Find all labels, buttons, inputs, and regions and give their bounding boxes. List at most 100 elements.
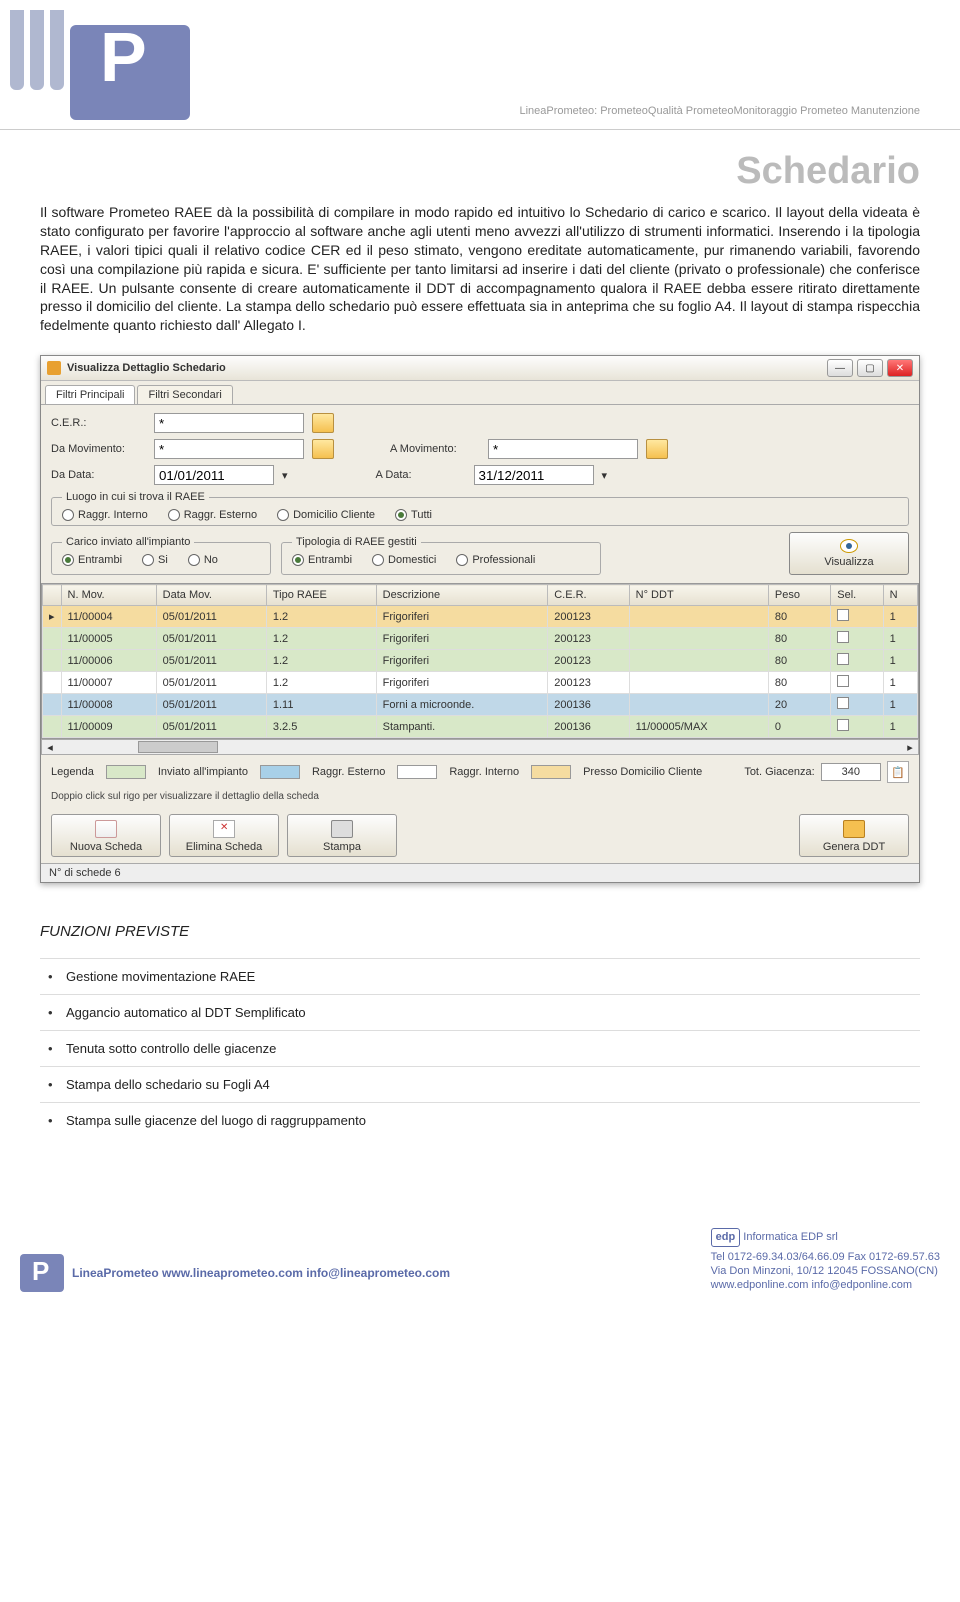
cell (43, 650, 62, 672)
cell: Frigoriferi (376, 628, 548, 650)
checkbox[interactable] (837, 697, 849, 709)
cell (831, 650, 883, 672)
nuova-scheda-button[interactable]: Nuova Scheda (51, 814, 161, 857)
column-header[interactable]: Descrizione (376, 585, 548, 606)
horizontal-scrollbar[interactable]: ◂ ▸ (41, 739, 919, 755)
da-data-label: Da Data: (51, 469, 146, 481)
cell: 1.11 (266, 694, 376, 716)
a-data-label: A Data: (376, 469, 466, 481)
cell: 200123 (548, 672, 629, 694)
table-row[interactable]: 11/0000505/01/20111.2Frigoriferi20012380… (43, 628, 918, 650)
checkbox[interactable] (837, 675, 849, 687)
cer-lookup-icon[interactable] (312, 413, 334, 433)
radio-icon (456, 554, 468, 566)
radio-option[interactable]: Raggr. Esterno (168, 509, 257, 521)
app-icon (47, 361, 61, 375)
legend-row: Legenda Inviato all'impianto Raggr. Este… (41, 755, 919, 789)
radio-option[interactable]: Tutti (395, 509, 432, 521)
column-header[interactable] (43, 585, 62, 606)
column-header[interactable]: N° DDT (629, 585, 768, 606)
table-row[interactable]: ▸11/0000405/01/20111.2Frigoriferi2001238… (43, 606, 918, 628)
close-button[interactable]: ✕ (887, 359, 913, 377)
cell: Forni a microonde. (376, 694, 548, 716)
eye-icon (840, 539, 858, 553)
radio-option[interactable]: Professionali (456, 554, 535, 566)
swatch-green (106, 765, 146, 779)
visualizza-button[interactable]: Visualizza (789, 532, 909, 575)
column-header[interactable]: Sel. (831, 585, 883, 606)
cell: 3.2.5 (266, 716, 376, 738)
cell: 1 (883, 672, 917, 694)
column-header[interactable]: Data Mov. (156, 585, 266, 606)
da-data-input[interactable] (154, 465, 274, 485)
radio-option[interactable]: Entrambi (62, 554, 122, 566)
elimina-scheda-button[interactable]: Elimina Scheda (169, 814, 279, 857)
cell: 0 (768, 716, 830, 738)
table-row[interactable]: 11/0000905/01/20113.2.5Stampanti.2001361… (43, 716, 918, 738)
logo (10, 10, 170, 110)
checkbox[interactable] (837, 719, 849, 731)
a-data-input[interactable] (474, 465, 594, 485)
cer-input[interactable] (154, 413, 304, 433)
column-header[interactable]: N. Mov. (61, 585, 156, 606)
stampa-label: Stampa (323, 841, 361, 853)
clipboard-icon[interactable]: 📋 (887, 761, 909, 783)
column-header[interactable]: Tipo RAEE (266, 585, 376, 606)
minimize-button[interactable]: — (827, 359, 853, 377)
da-mov-input[interactable] (154, 439, 304, 459)
column-header[interactable]: Peso (768, 585, 830, 606)
radio-icon (292, 554, 304, 566)
scroll-right-icon[interactable]: ▸ (902, 741, 918, 754)
table-row[interactable]: 11/0000605/01/20111.2Frigoriferi20012380… (43, 650, 918, 672)
checkbox[interactable] (837, 609, 849, 621)
radio-option[interactable]: Domicilio Cliente (277, 509, 375, 521)
swatch-white (397, 765, 437, 779)
cell: 11/00004 (61, 606, 156, 628)
checkbox[interactable] (837, 653, 849, 665)
stampa-button[interactable]: Stampa (287, 814, 397, 857)
cell: 1.2 (266, 672, 376, 694)
scroll-thumb[interactable] (138, 741, 218, 753)
status-bar: N° di schede 6 (41, 863, 919, 882)
cell: 1 (883, 628, 917, 650)
genera-ddt-button[interactable]: Genera DDT (799, 814, 909, 857)
chevron-down-icon[interactable]: ▾ (282, 469, 288, 482)
scroll-left-icon[interactable]: ◂ (42, 741, 58, 754)
maximize-button[interactable]: ▢ (857, 359, 883, 377)
funzioni-section: FUNZIONI PREVISTE Gestione movimentazion… (40, 923, 920, 1138)
radio-label: Entrambi (308, 554, 352, 566)
cell: 1 (883, 694, 917, 716)
list-item: Gestione movimentazione RAEE (40, 958, 920, 994)
cer-label: C.E.R.: (51, 417, 146, 429)
radio-option[interactable]: Raggr. Interno (62, 509, 148, 521)
column-header[interactable]: C.E.R. (548, 585, 629, 606)
tab-filtri-principali[interactable]: Filtri Principali (45, 385, 135, 404)
cell: 11/00008 (61, 694, 156, 716)
radio-label: Domestici (388, 554, 436, 566)
table-row[interactable]: 11/0000805/01/20111.11Forni a microonde.… (43, 694, 918, 716)
cell: 1 (883, 606, 917, 628)
page-header: LineaPrometeo: PrometeoQualità PrometeoM… (0, 0, 960, 130)
edp-logo: edp (711, 1228, 741, 1246)
da-mov-lookup-icon[interactable] (312, 439, 334, 459)
radio-option[interactable]: Domestici (372, 554, 436, 566)
cell (831, 606, 883, 628)
hint-text: Doppio click sul rigo per visualizzare i… (41, 789, 919, 808)
radio-icon (277, 509, 289, 521)
tipologia-fieldset: Tipologia di RAEE gestiti EntrambiDomest… (281, 536, 601, 575)
legend-item: Presso Domicilio Cliente (583, 766, 702, 778)
column-header[interactable]: N (883, 585, 917, 606)
table-row[interactable]: 11/0000705/01/20111.2Frigoriferi20012380… (43, 672, 918, 694)
cell (629, 672, 768, 694)
radio-option[interactable]: Si (142, 554, 168, 566)
radio-option[interactable]: No (188, 554, 218, 566)
a-mov-lookup-icon[interactable] (646, 439, 668, 459)
checkbox[interactable] (837, 631, 849, 643)
chevron-down-icon[interactable]: ▾ (602, 469, 608, 482)
a-mov-input[interactable] (488, 439, 638, 459)
tab-filtri-secondari[interactable]: Filtri Secondari (137, 385, 232, 404)
radio-icon (168, 509, 180, 521)
filters-panel: C.E.R.: Da Movimento: A Movimento: Da Da… (41, 404, 919, 583)
radio-option[interactable]: Entrambi (292, 554, 352, 566)
legend-label: Legenda (51, 766, 94, 778)
